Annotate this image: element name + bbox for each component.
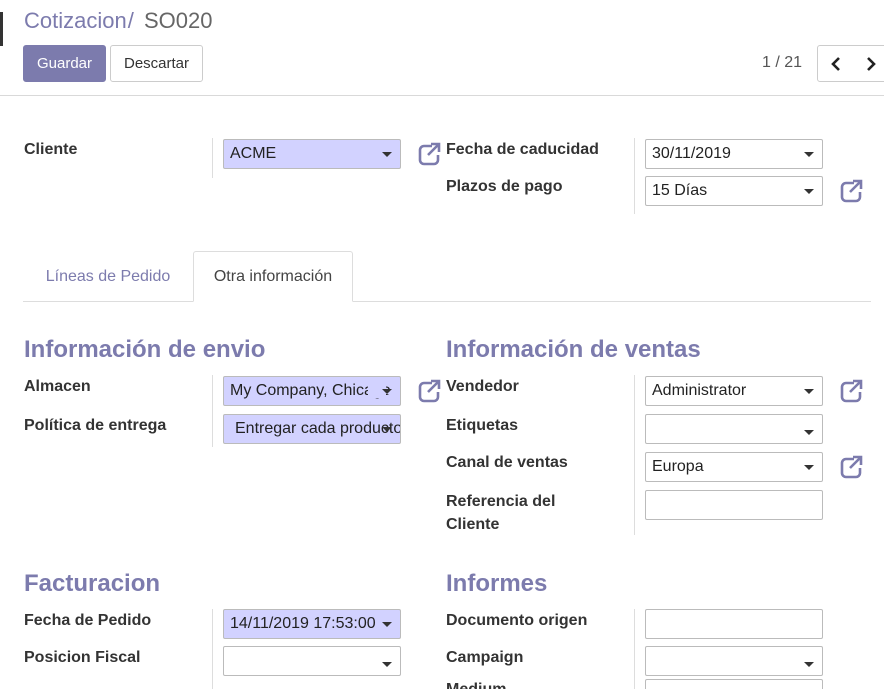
caret-down-icon (382, 622, 392, 627)
shipping-section-title: Información de envio (24, 336, 266, 363)
caret-down-icon (804, 152, 814, 157)
warehouse-value: My Company, Chicago (230, 382, 391, 399)
expiration-date-field[interactable]: 30/11/2019 (645, 139, 823, 169)
window-edge (0, 12, 3, 46)
save-button[interactable]: Guardar (23, 45, 106, 82)
external-link-icon[interactable] (415, 142, 441, 166)
caret-down-icon (382, 662, 392, 667)
payment-terms-label: Plazos de pago (446, 178, 563, 195)
caret-down-icon (804, 389, 814, 394)
caret-down-icon (804, 662, 814, 667)
expiration-value: 30/11/2019 (652, 145, 731, 162)
reports-section-title: Informes (446, 570, 548, 597)
salesperson-label: Vendedor (446, 378, 519, 395)
customer-reference-input[interactable] (645, 490, 823, 520)
separator (634, 375, 635, 535)
fiscal-position-label: Posicion Fiscal (24, 649, 141, 666)
warehouse-label: Almacen (24, 378, 91, 395)
pager-next-button[interactable] (854, 45, 884, 82)
external-link-icon[interactable] (837, 179, 863, 203)
breadcrumb-parent[interactable]: Cotizacion (24, 8, 127, 33)
sales-section-title: Información de ventas (446, 336, 701, 363)
external-link-icon[interactable] (837, 379, 863, 403)
delivery-policy-select[interactable]: Entregar cada producto (223, 414, 401, 444)
tab-order-lines[interactable]: Líneas de Pedido (24, 251, 192, 302)
delivery-policy-value: Entregar cada producto (235, 420, 401, 437)
sales-channel-select[interactable]: Europa (645, 452, 823, 482)
sales-channel-label: Canal de ventas (446, 454, 568, 471)
customer-value: ACME (230, 145, 277, 162)
caret-down-icon (804, 465, 814, 470)
external-link-icon[interactable] (415, 379, 441, 403)
campaign-label: Campaign (446, 649, 524, 666)
tab-other-info[interactable]: Otra información (193, 251, 353, 302)
discard-button[interactable]: Descartar (110, 45, 203, 82)
medium-select[interactable] (645, 679, 823, 689)
customer-select[interactable]: ACME (223, 139, 401, 169)
customer-reference-label-line2: Cliente (446, 516, 500, 533)
separator (634, 138, 635, 214)
order-date-label: Fecha de Pedido (24, 612, 152, 629)
campaign-select[interactable] (645, 646, 823, 676)
customer-reference-label: Referencia del Cliente (446, 490, 555, 536)
pager-value[interactable]: 1 / 21 (762, 54, 802, 72)
caret-down-icon (382, 427, 392, 432)
medium-label: Medium (446, 678, 506, 689)
customer-label: Cliente (24, 141, 78, 158)
breadcrumb-current: SO020 (143, 8, 213, 33)
caret-down-icon (804, 189, 814, 194)
sales-channel-value: Europa (652, 458, 704, 475)
chevron-right-icon (866, 56, 876, 71)
external-link-icon[interactable] (837, 455, 863, 479)
breadcrumb-separator: / (127, 8, 134, 33)
caret-down-icon (382, 152, 392, 157)
tags-label: Etiquetas (446, 417, 519, 434)
delivery-policy-label: Política de entrega (24, 417, 167, 434)
expiration-label: Fecha de caducidad (446, 141, 599, 158)
chevron-left-icon (831, 56, 840, 71)
salesperson-select[interactable]: Administrator (645, 376, 823, 406)
customer-reference-label-line1: Referencia del (446, 493, 556, 510)
source-document-input[interactable] (645, 609, 823, 639)
order-date-field[interactable]: 14/11/2019 17:53:00 (223, 609, 401, 639)
salesperson-value: Administrator (652, 382, 747, 399)
pager-previous-button[interactable] (817, 45, 855, 82)
caret-down-icon (382, 389, 392, 394)
breadcrumb: Cotizacion/ SO020 (24, 8, 212, 34)
separator (634, 609, 635, 689)
payment-terms-select[interactable]: 15 Días (645, 176, 823, 206)
order-date-value: 14/11/2019 17:53:00 (230, 615, 376, 632)
tags-select[interactable] (645, 414, 823, 444)
payment-terms-value: 15 Días (652, 182, 708, 199)
control-panel: Cotizacion/ SO020 Guardar Descartar 1 / … (0, 0, 884, 96)
caret-down-icon (804, 430, 814, 435)
warehouse-select[interactable]: My Company, Chicago (223, 376, 401, 406)
source-document-label: Documento origen (446, 612, 588, 629)
separator (212, 138, 213, 178)
invoicing-section-title: Facturacion (24, 570, 161, 597)
separator (212, 609, 213, 689)
fiscal-position-select[interactable] (223, 646, 401, 676)
separator (212, 375, 213, 447)
